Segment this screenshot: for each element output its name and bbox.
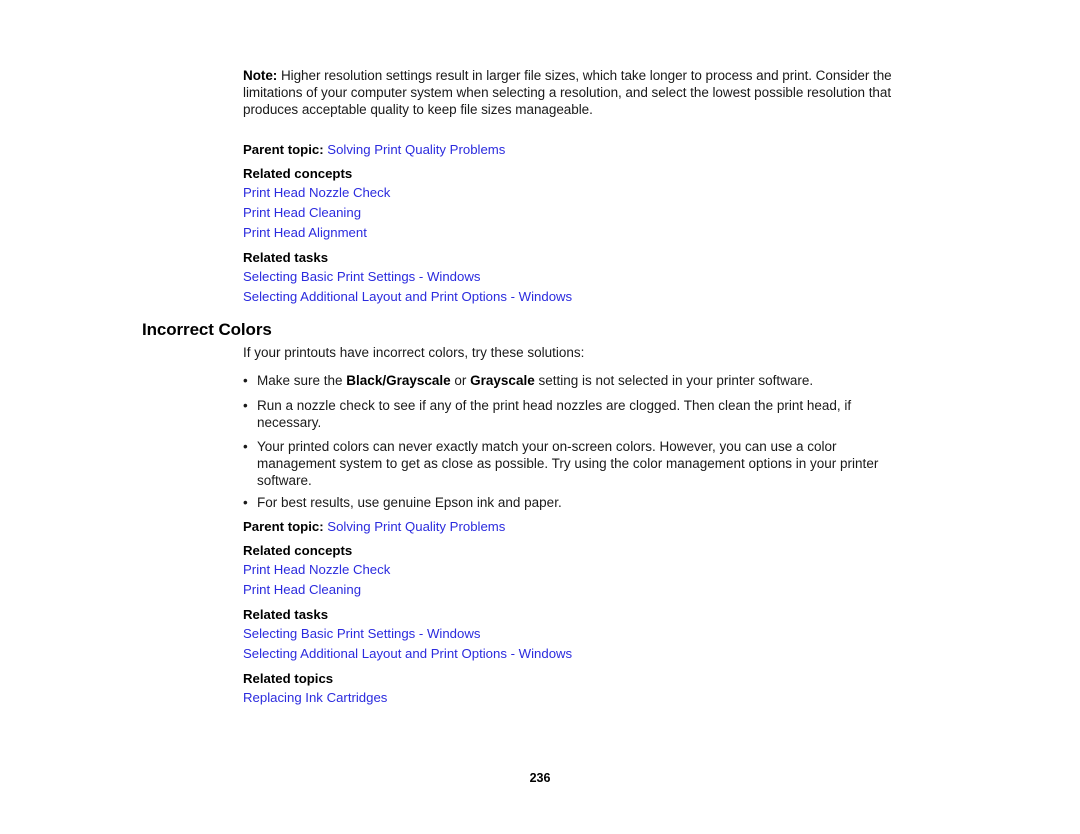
parent-topic-link[interactable]: Solving Print Quality Problems: [327, 519, 505, 534]
related-concept-link-head-alignment[interactable]: Print Head Alignment: [243, 223, 913, 243]
parent-topic-line-top: Parent topic: Solving Print Quality Prob…: [243, 140, 913, 159]
section-intro: If your printouts have incorrect colors,…: [243, 345, 913, 362]
bullet-marker-icon: •: [243, 398, 248, 413]
related-task-link-additional-layout[interactable]: Selecting Additional Layout and Print Op…: [243, 287, 913, 308]
parent-topic-label: Parent topic:: [243, 519, 324, 534]
related-task-link-basic-print-settings[interactable]: Selecting Basic Print Settings - Windows: [243, 267, 913, 288]
document-page: Note: Higher resolution settings result …: [0, 0, 1080, 834]
list-item-text: Your printed colors can never exactly ma…: [257, 439, 879, 488]
bullet-part: Make sure the: [257, 373, 347, 388]
related-concept-link-head-cleaning[interactable]: Print Head Cleaning: [243, 203, 913, 223]
list-item: • For best results, use genuine Epson in…: [243, 495, 915, 512]
list-item: • Your printed colors can never exactly …: [243, 439, 915, 489]
related-topic-link-replacing-ink-cartridges[interactable]: Replacing Ink Cartridges: [243, 688, 913, 708]
related-block-top: Parent topic: Solving Print Quality Prob…: [243, 140, 913, 308]
list-item-text: For best results, use genuine Epson ink …: [257, 495, 562, 510]
note-body: Higher resolution settings result in lar…: [243, 68, 892, 117]
bullet-marker-icon: •: [243, 495, 248, 510]
section-intro-text: If your printouts have incorrect colors,…: [243, 345, 585, 360]
related-task-link-additional-layout[interactable]: Selecting Additional Layout and Print Op…: [243, 644, 913, 665]
parent-topic-link[interactable]: Solving Print Quality Problems: [327, 142, 505, 157]
bullet-part-bold: Black/Grayscale: [346, 373, 451, 388]
related-block-bottom: Parent topic: Solving Print Quality Prob…: [243, 517, 913, 708]
note-paragraph: Note: Higher resolution settings result …: [243, 68, 913, 118]
page-title: Incorrect Colors: [142, 320, 272, 339]
bullet-marker-icon: •: [243, 373, 248, 388]
list-item-text: Make sure the Black/Grayscale or Graysca…: [257, 373, 915, 390]
bullet-part-bold: Grayscale: [470, 373, 535, 388]
bullet-marker-icon: •: [243, 439, 248, 454]
note-text: Note: Higher resolution settings result …: [243, 68, 913, 118]
related-tasks-heading-bottom: Related tasks: [243, 606, 329, 622]
related-task-link-basic-print-settings[interactable]: Selecting Basic Print Settings - Windows: [243, 624, 913, 645]
related-tasks-heading-top: Related tasks: [243, 249, 329, 265]
related-concepts-heading-bottom: Related concepts: [243, 543, 353, 558]
related-topics-heading: Related topics: [243, 670, 334, 686]
related-concept-link-nozzle-check[interactable]: Print Head Nozzle Check: [243, 560, 913, 580]
bullet-part: or: [450, 373, 471, 388]
related-concept-link-nozzle-check[interactable]: Print Head Nozzle Check: [243, 183, 913, 203]
list-item-text: Run a nozzle check to see if any of the …: [257, 398, 852, 430]
parent-topic-label: Parent topic:: [243, 142, 324, 157]
related-concepts-heading-top: Related concepts: [243, 166, 353, 181]
list-item: • Run a nozzle check to see if any of th…: [243, 398, 915, 432]
page-number: 236: [529, 771, 551, 785]
list-item: • Make sure the Black/Grayscale or Grays…: [243, 373, 915, 390]
parent-topic-line-bottom: Parent topic: Solving Print Quality Prob…: [243, 517, 913, 536]
bullet-part: setting is not selected in your printer …: [534, 373, 814, 388]
note-label: Note:: [243, 68, 278, 83]
related-concept-link-head-cleaning[interactable]: Print Head Cleaning: [243, 580, 913, 600]
